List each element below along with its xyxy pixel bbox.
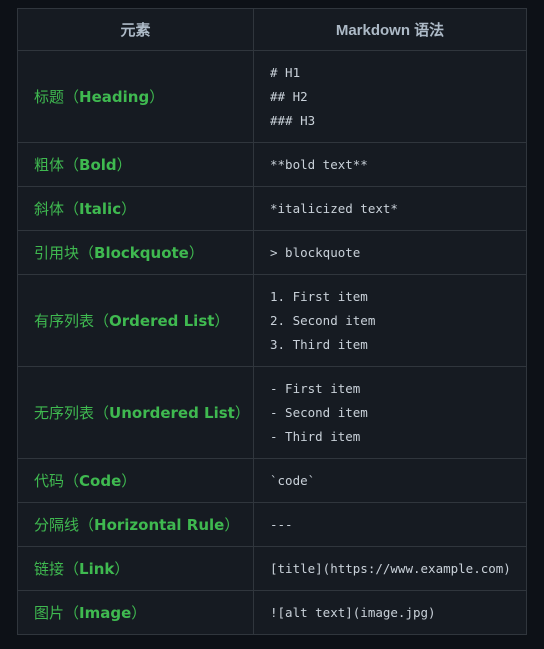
element-name-cn: 分隔线 [34, 516, 80, 534]
element-cell: 斜体（Italic） [17, 186, 254, 231]
markdown-syntax-table-container: 元素 Markdown 语法 标题（Heading） # H1 ## H2 ### H… [17, 8, 527, 635]
syntax-cell: > blockquote [253, 230, 527, 275]
table-row: 引用块（Blockquote） > blockquote [17, 230, 527, 275]
element-name-en: Blockquote [94, 244, 189, 262]
syntax-cell: # H1 ## H2 ### H3 [253, 50, 527, 143]
syntax-line: [title](https://www.example.com) [270, 560, 511, 576]
table-row: 标题（Heading） # H1 ## H2 ### H3 [17, 50, 527, 143]
header-element: 元素 [17, 8, 254, 51]
syntax-cell: *italicized text* [253, 186, 527, 231]
element-name-en: Italic [79, 200, 122, 218]
table-row: 分隔线（Horizontal Rule） --- [17, 502, 527, 547]
element-name-en: Code [79, 472, 122, 490]
syntax-cell: 1. First item 2. Second item 3. Third item [253, 274, 527, 367]
syntax-line: *italicized text* [270, 200, 398, 216]
element-name-cn: 有序列表 [34, 312, 95, 330]
table-header-row: 元素 Markdown 语法 [17, 8, 527, 51]
header-markdown-syntax: Markdown 语法 [253, 8, 527, 51]
syntax-line: 3. Third item [270, 336, 368, 352]
element-name-en: Heading [79, 88, 150, 106]
element-cell: 标题（Heading） [17, 50, 254, 143]
table-row: 有序列表（Ordered List） 1. First item 2. Second… [17, 274, 527, 367]
syntax-cell: ![alt text](image.jpg) [253, 590, 527, 635]
syntax-cell: **bold text** [253, 142, 527, 187]
element-name-cn: 斜体 [34, 200, 65, 218]
table-row: 代码（Code） `code` [17, 458, 527, 503]
element-cell: 粗体（Bold） [17, 142, 254, 187]
syntax-line: --- [270, 516, 293, 532]
syntax-line: **bold text** [270, 156, 368, 172]
syntax-line: ### H3 [270, 112, 316, 128]
element-cell: 无序列表（Unordered List） [17, 366, 254, 459]
syntax-cell: `code` [253, 458, 527, 503]
syntax-line: > blockquote [270, 244, 361, 260]
syntax-line: - Third item [270, 428, 361, 444]
element-name-cn: 标题 [34, 88, 65, 106]
markdown-syntax-table: 元素 Markdown 语法 标题（Heading） # H1 ## H2 ### H… [17, 8, 527, 635]
table-row: 无序列表（Unordered List） - First item - Second… [17, 366, 527, 459]
syntax-line: 2. Second item [270, 312, 376, 328]
syntax-cell: --- [253, 502, 527, 547]
element-cell: 引用块（Blockquote） [17, 230, 254, 275]
element-name-cn: 代码 [34, 472, 65, 490]
element-cell: 图片（Image） [17, 590, 254, 635]
element-name-en: Bold [79, 156, 117, 174]
table-body: 标题（Heading） # H1 ## H2 ### H3 粗体（Bold） **bold… [17, 50, 527, 635]
element-cell: 有序列表（Ordered List） [17, 274, 254, 367]
element-name-en: Unordered List [109, 404, 235, 422]
table-row: 粗体（Bold） **bold text** [17, 142, 527, 187]
syntax-line: `code` [270, 472, 316, 488]
syntax-line: 1. First item [270, 288, 368, 304]
syntax-line: ## H2 [270, 88, 308, 104]
syntax-line: - Second item [270, 404, 368, 420]
element-name-en: Horizontal Rule [94, 516, 225, 534]
syntax-line: ![alt text](image.jpg) [270, 604, 436, 620]
element-name-cn: 无序列表 [34, 404, 95, 422]
element-name-en: Image [79, 604, 132, 622]
table-row: 图片（Image） ![alt text](image.jpg) [17, 590, 527, 635]
element-name-cn: 粗体 [34, 156, 65, 174]
element-cell: 代码（Code） [17, 458, 254, 503]
element-name-en: Link [79, 560, 115, 578]
element-name-cn: 链接 [34, 560, 65, 578]
element-cell: 链接（Link） [17, 546, 254, 591]
element-cell: 分隔线（Horizontal Rule） [17, 502, 254, 547]
syntax-cell: - First item - Second item - Third item [253, 366, 527, 459]
table-row: 斜体（Italic） *italicized text* [17, 186, 527, 231]
element-name-en: Ordered List [109, 312, 215, 330]
element-name-cn: 引用块 [34, 244, 80, 262]
syntax-line: - First item [270, 380, 361, 396]
syntax-cell: [title](https://www.example.com) [253, 546, 527, 591]
table-row: 链接（Link） [title](https://www.example.com) [17, 546, 527, 591]
element-name-cn: 图片 [34, 604, 65, 622]
syntax-line: # H1 [270, 64, 301, 80]
